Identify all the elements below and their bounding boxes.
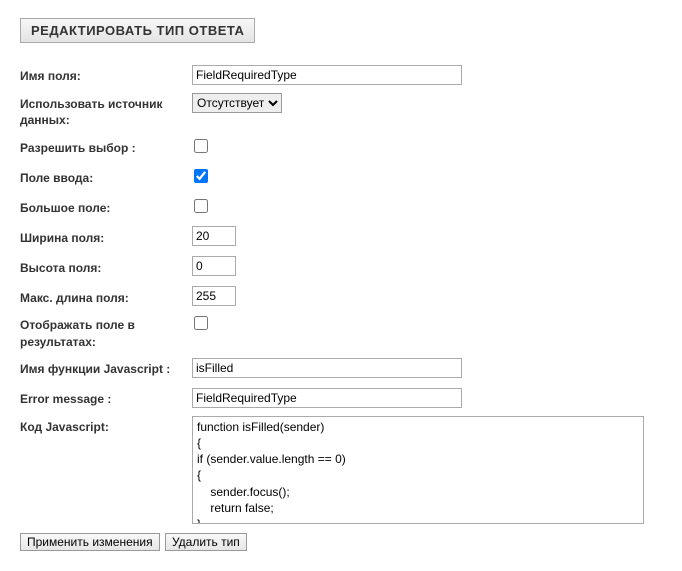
show-results-checkbox[interactable] (194, 316, 208, 330)
width-input[interactable] (192, 226, 236, 246)
label-big-field: Большое поле: (20, 197, 192, 216)
label-data-source: Использовать источник данных: (20, 93, 192, 128)
label-show-results: Отображать поле в результатах: (20, 314, 192, 349)
label-js-code: Код Javascript: (20, 416, 192, 435)
label-error-msg: Error message : (20, 388, 192, 407)
row-show-results: Отображать поле в результатах: (20, 314, 662, 349)
height-input[interactable] (192, 256, 236, 276)
label-allow-select: Разрешить выбор : (20, 137, 192, 156)
panel-header: РЕДАКТИРОВАТЬ ТИП ОТВЕТА (20, 18, 255, 43)
label-height: Высота поля: (20, 257, 192, 276)
field-name-input[interactable] (192, 65, 462, 85)
input-field-checkbox[interactable] (194, 169, 208, 183)
row-error-msg: Error message : (20, 386, 662, 410)
error-msg-input[interactable] (192, 388, 462, 408)
row-js-func: Имя функции Javascript : (20, 356, 662, 380)
row-js-code: Код Javascript: (20, 416, 662, 527)
edit-answer-type-panel: РЕДАКТИРОВАТЬ ТИП ОТВЕТА Имя поля: Испол… (8, 8, 674, 563)
row-data-source: Использовать источник данных: Отсутствуе… (20, 93, 662, 128)
big-field-checkbox[interactable] (194, 199, 208, 213)
row-big-field: Большое поле: (20, 194, 662, 218)
row-height: Высота поля: (20, 254, 662, 278)
js-func-name-input[interactable] (192, 358, 462, 378)
label-input-field: Поле ввода: (20, 167, 192, 186)
row-field-name: Имя поля: (20, 63, 662, 87)
label-js-func: Имя функции Javascript : (20, 358, 192, 377)
row-maxlen: Макс. длина поля: (20, 284, 662, 308)
label-field-name: Имя поля: (20, 65, 192, 84)
allow-select-checkbox[interactable] (194, 139, 208, 153)
row-width: Ширина поля: (20, 224, 662, 248)
label-width: Ширина поля: (20, 227, 192, 246)
label-maxlen: Макс. длина поля: (20, 287, 192, 306)
row-input-field: Поле ввода: (20, 164, 662, 188)
data-source-select[interactable]: Отсутствует (192, 93, 282, 113)
maxlen-input[interactable] (192, 286, 236, 306)
row-allow-select: Разрешить выбор : (20, 134, 662, 158)
js-code-textarea[interactable] (192, 416, 644, 524)
